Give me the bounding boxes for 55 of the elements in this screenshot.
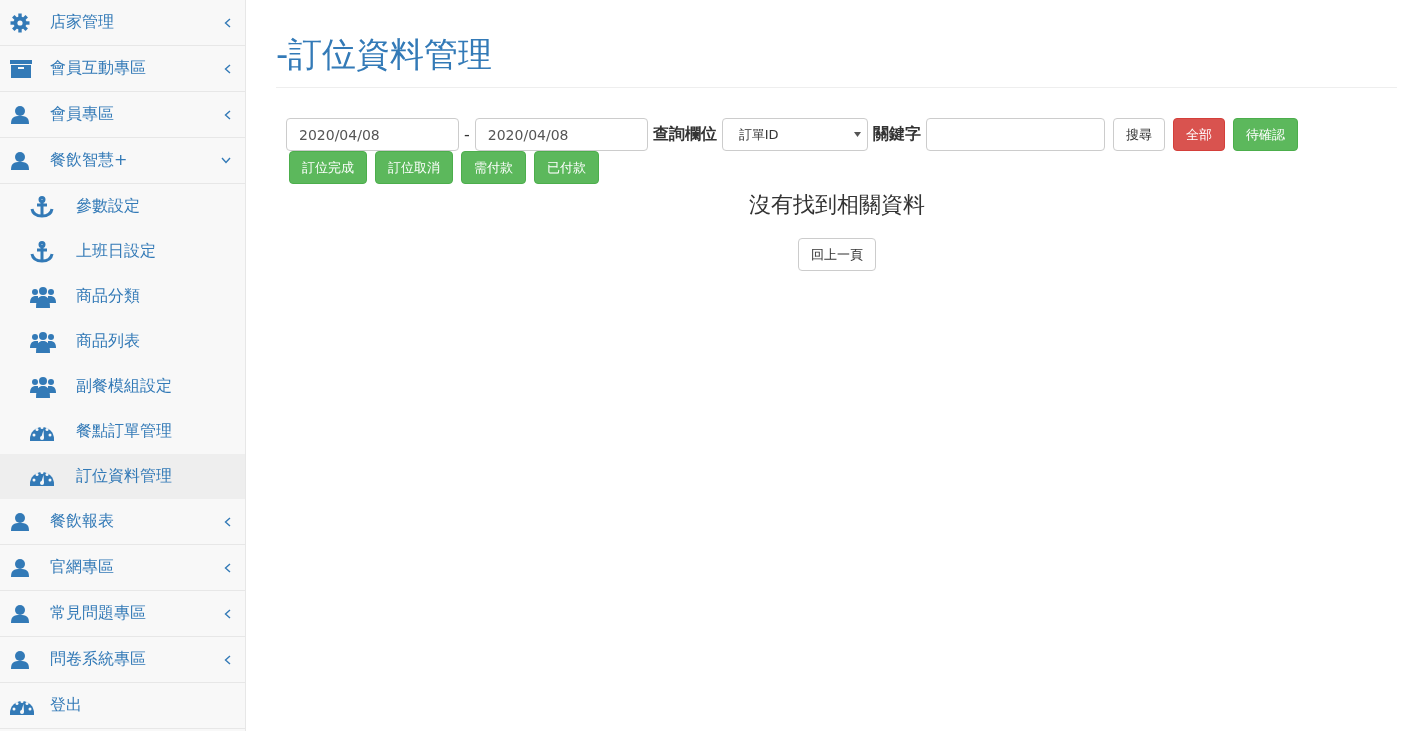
chevron-left-icon bbox=[224, 63, 231, 74]
chevron-left-icon bbox=[224, 17, 231, 28]
filter-button[interactable]: 全部 bbox=[1172, 118, 1225, 152]
sidebar-item[interactable]: 會員專區 bbox=[0, 92, 245, 138]
submenu-item[interactable]: 上班日設定 bbox=[0, 229, 245, 274]
sidebar-item[interactable]: 餐飲報表 bbox=[0, 499, 245, 545]
submenu-item[interactable]: 商品分類 bbox=[0, 274, 245, 319]
caret-icon bbox=[853, 132, 861, 138]
date-separator: - bbox=[464, 125, 470, 145]
user-icon bbox=[10, 649, 30, 670]
filter-button[interactable]: 需付款 bbox=[461, 151, 526, 185]
chevron-left-icon bbox=[224, 562, 231, 573]
anchor-icon bbox=[30, 240, 54, 263]
submenu-item[interactable]: 參數設定 bbox=[0, 184, 245, 229]
start-date-field[interactable]: 2020/04/08 bbox=[286, 118, 459, 152]
filter-button[interactable]: 待確認 bbox=[1232, 118, 1298, 152]
filter-button[interactable]: 訂位取消 bbox=[375, 151, 453, 185]
users-icon bbox=[30, 375, 56, 398]
submenu-item[interactable]: 副餐模組設定 bbox=[0, 364, 245, 409]
submenu-item[interactable]: 商品列表 bbox=[0, 319, 245, 364]
user-icon bbox=[10, 603, 30, 624]
chevron-left-icon bbox=[224, 654, 231, 665]
filter-button[interactable]: 訂位完成 bbox=[289, 151, 367, 185]
filter-button[interactable]: 已付款 bbox=[534, 151, 599, 185]
sidebar-item[interactable]: 問卷系統專區 bbox=[0, 637, 245, 683]
chevron-left-icon bbox=[224, 516, 231, 527]
back-button[interactable]: 回上一頁 bbox=[797, 238, 876, 272]
user-icon bbox=[10, 104, 30, 125]
sidebar-item[interactable]: 官網專區 bbox=[0, 545, 245, 591]
field-dropdown[interactable]: 訂單ID bbox=[721, 118, 868, 152]
filter-button[interactable]: 搜尋 bbox=[1112, 118, 1165, 152]
users-icon bbox=[30, 330, 56, 353]
user-icon bbox=[10, 557, 30, 578]
submenu-item[interactable]: 訂位資料管理 bbox=[0, 454, 245, 499]
chevron-left-icon bbox=[224, 109, 231, 120]
no-results-message: 沒有找到相關資料 bbox=[747, 191, 926, 220]
page-title: -訂位資料管理 bbox=[276, 36, 494, 74]
chevron-left-icon bbox=[224, 608, 231, 619]
chevron-down-icon bbox=[221, 157, 231, 164]
sidebar-item[interactable]: 會員互動專區 bbox=[0, 46, 245, 92]
users-icon bbox=[30, 285, 56, 308]
field-label: 查詢欄位 bbox=[652, 124, 717, 146]
sidebar-item[interactable]: 店家管理 bbox=[0, 0, 245, 46]
archive-box-icon bbox=[10, 58, 32, 79]
user-icon bbox=[10, 150, 30, 171]
anchor-icon bbox=[30, 195, 54, 218]
keyword-label: 關鍵字 bbox=[872, 124, 921, 146]
sidebar-item[interactable]: 常見問題專區 bbox=[0, 591, 245, 637]
settings-icon bbox=[10, 12, 30, 33]
submenu-item[interactable]: 餐點訂單管理 bbox=[0, 409, 245, 454]
sidebar-item[interactable]: 登出 bbox=[0, 683, 245, 729]
user-icon bbox=[10, 511, 30, 532]
sidebar-item[interactable]: 餐飲智慧+ bbox=[0, 138, 245, 184]
keyword-field[interactable] bbox=[925, 118, 1105, 152]
end-date-field[interactable]: 2020/04/08 bbox=[474, 118, 648, 152]
